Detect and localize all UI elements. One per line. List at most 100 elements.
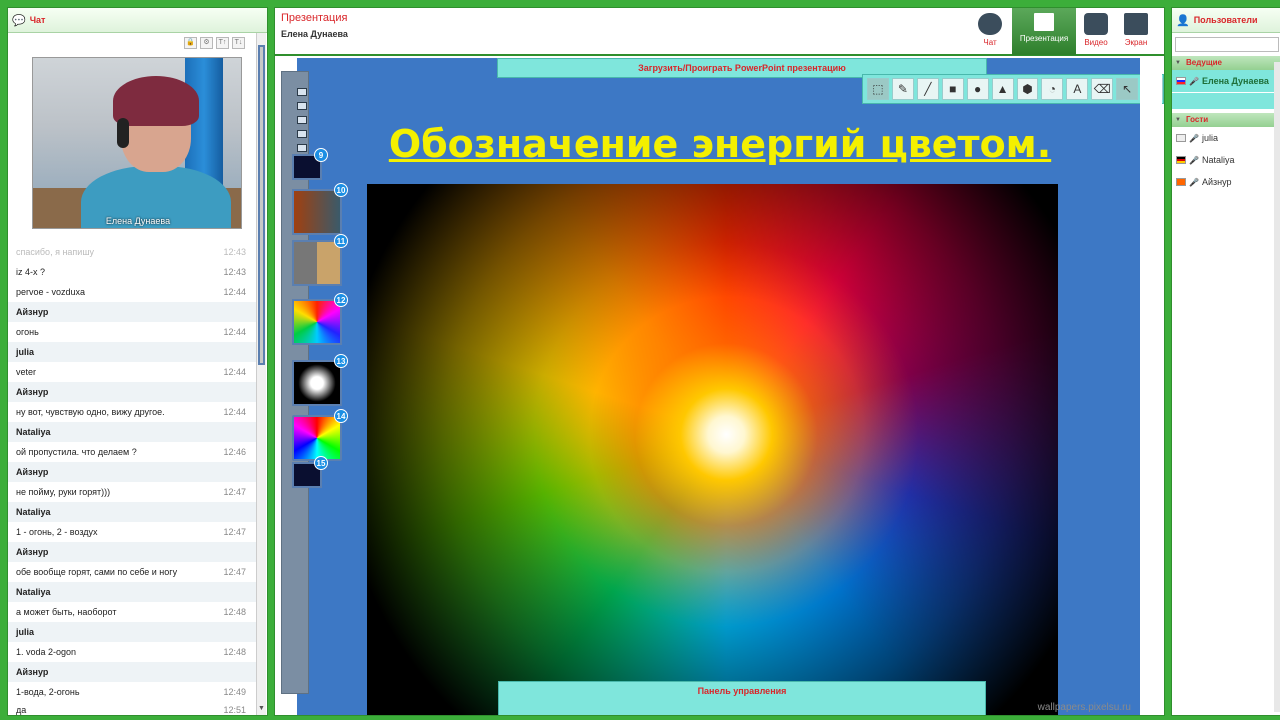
chat-author: Айзнур: [8, 662, 256, 682]
presentation-icon: [1034, 13, 1054, 31]
control-panel[interactable]: Панель управления: [498, 681, 986, 715]
strip-marker[interactable]: [297, 130, 307, 138]
mode-presentation-button[interactable]: Презентация: [1012, 8, 1076, 55]
hexagon-icon[interactable]: ⬢: [1016, 78, 1039, 100]
rectangle-icon[interactable]: ■: [941, 78, 964, 100]
slide-title: Обозначение энергий цветом.: [388, 122, 1052, 166]
chat-messages: спасибо, я напишу 12:43 iz 4-x ? 12:43 per…: [8, 242, 256, 718]
flag-icon: [1176, 77, 1186, 85]
chat-message: iz 4-x ? 12:43: [16, 267, 246, 277]
slide-thumbnail[interactable]: 14: [292, 409, 348, 461]
pencil-icon[interactable]: ✎: [891, 78, 914, 100]
chat-bubble-icon: [978, 13, 1002, 35]
triangle-icon[interactable]: ▲: [991, 78, 1014, 100]
strip-marker[interactable]: [297, 102, 307, 110]
select-area-icon[interactable]: ⬚: [867, 78, 889, 100]
eraser-icon[interactable]: ⌫: [1091, 78, 1114, 100]
chat-message: не пойму, руки горят))) 12:47: [16, 487, 246, 497]
video-caption: Елена Дунаева: [105, 216, 171, 226]
chat-author: Nataliya: [8, 502, 256, 522]
chat-message: 1-вода, 2-огонь 12:49: [16, 687, 246, 697]
chat-author: Nataliya: [8, 582, 256, 602]
chat-header: 💬 Чат: [8, 8, 267, 33]
scroll-down-icon[interactable]: ▼: [257, 705, 266, 715]
chat-author: Айзнур: [8, 382, 256, 402]
slide-watermark: wallpapers.pixelsu.ru: [1037, 702, 1131, 713]
slide-thumbnail[interactable]: 15: [292, 456, 328, 488]
chat-message: спасибо, я напишу 12:43: [16, 247, 246, 257]
chat-message: ой пропустила. что делаем ? 12:46: [16, 447, 246, 457]
chat-message: да 12:51: [16, 705, 246, 715]
presentation-stage: Обозначение энергий цветом. wallpapers.p…: [274, 55, 1165, 716]
stage-right-gutter: [1140, 56, 1162, 715]
chat-author: Nataliya: [8, 422, 256, 442]
chat-message: 1 - огонь, 2 - воздух 12:47: [16, 527, 246, 537]
strip-marker[interactable]: [297, 88, 307, 96]
chat-author: Айзнур: [8, 462, 256, 482]
microphone-icon: 🎤: [1189, 76, 1199, 86]
chat-author: julia: [8, 622, 256, 642]
microphone-icon: 🎤: [1189, 177, 1199, 187]
user-row[interactable]: 🎤 Айзнур: [1172, 171, 1280, 193]
mode-video-button[interactable]: Видео: [1078, 8, 1114, 55]
chat-scrollbar-thumb[interactable]: [258, 45, 265, 365]
microphone-icon: 🎤: [1189, 133, 1199, 143]
presenter-name: Елена Дунаева: [281, 29, 348, 39]
user-row[interactable]: 🎤 julia: [1172, 127, 1280, 149]
chat-message: огонь 12:44: [16, 327, 246, 337]
slide-thumbnail-selected[interactable]: 12: [292, 293, 348, 345]
slide-thumbnail[interactable]: 13: [292, 354, 348, 406]
group-header-hosts[interactable]: Ведущие: [1172, 56, 1280, 70]
font-decrease-icon[interactable]: T↓: [232, 37, 245, 49]
slide: Обозначение энергий цветом. wallpapers.p…: [297, 58, 1164, 715]
slide-thumbnail[interactable]: 10: [292, 183, 348, 235]
users-panel: 👤 Пользователи Ведущие 🎤 Елена Дунаева Г…: [1171, 7, 1280, 716]
chat-author: julia: [8, 342, 256, 362]
chat-message: 1. voda 2-ogon 12:48: [16, 647, 246, 657]
user-row[interactable]: 🎤 Nataliya: [1172, 149, 1280, 171]
monitor-icon: [1124, 13, 1148, 35]
user-controls[interactable]: [1172, 93, 1280, 109]
flag-icon: [1176, 156, 1186, 164]
slide-thumbnail[interactable]: 9: [292, 148, 328, 180]
microphone-icon: 🎤: [1189, 155, 1199, 165]
chat-bubble-icon: 💬: [12, 14, 26, 27]
circle-icon[interactable]: ●: [966, 78, 989, 100]
group-header-guests[interactable]: Гости: [1172, 113, 1280, 127]
chat-author: Айзнур: [8, 542, 256, 562]
line-icon[interactable]: ╱: [916, 78, 939, 100]
chat-scrollbar[interactable]: ▼: [256, 33, 266, 715]
mode-screen-button[interactable]: Экран: [1118, 8, 1154, 55]
chat-toolbar: 🔒 ⚙ T↑ T↓: [8, 33, 267, 53]
user-search-input[interactable]: [1175, 37, 1279, 52]
text-icon[interactable]: A: [1066, 78, 1089, 100]
chat-message: veter 12:44: [16, 367, 246, 377]
drawing-toolbar: ⬚ ✎ ╱ ■ ● ▲ ⬢ ◔ A ⌫ ↖ ▤: [862, 74, 1164, 104]
users-title: Пользователи: [1193, 15, 1258, 25]
mode-chat-button[interactable]: Чат: [972, 8, 1008, 55]
chat-author: Айзнур: [8, 302, 256, 322]
user-row[interactable]: 🎤 Елена Дунаева: [1172, 70, 1280, 92]
lock-icon[interactable]: 🔒: [184, 37, 197, 49]
users-icon: 👤: [1176, 14, 1190, 27]
users-scrollbar[interactable]: [1274, 62, 1280, 712]
slide-thumbnail[interactable]: 11: [292, 234, 348, 286]
chat-message: обе вообще горят, сами по себе и ногу 12:…: [16, 567, 246, 577]
fill-icon[interactable]: ◔: [1041, 78, 1064, 100]
pointer-icon[interactable]: ↖: [1116, 78, 1139, 100]
chat-message: ну вот, чувствую одно, вижу другое. 12:44: [16, 407, 246, 417]
font-increase-icon[interactable]: T↑: [216, 37, 229, 49]
chat-title: Чат: [29, 15, 46, 25]
webcam-video: Елена Дунаева: [32, 57, 242, 229]
flag-icon: [1176, 134, 1186, 142]
presentation-title: Презентация: [281, 12, 348, 24]
strip-marker[interactable]: [297, 116, 307, 124]
settings-icon[interactable]: ⚙: [200, 37, 213, 49]
users-header: 👤 Пользователи: [1172, 8, 1280, 33]
strip-marker[interactable]: [297, 144, 307, 152]
slide-image-color-burst: [367, 184, 1058, 715]
chat-message: а может быть, наоборот 12:48: [16, 607, 246, 617]
presentation-header: Презентация Елена Дунаева Чат Презентаци…: [274, 7, 1165, 55]
control-panel-title: Панель управления: [697, 686, 787, 696]
chat-panel: 💬 Чат 🔒 ⚙ T↑ T↓ Елена Дунаева спасибо, я…: [7, 7, 268, 716]
